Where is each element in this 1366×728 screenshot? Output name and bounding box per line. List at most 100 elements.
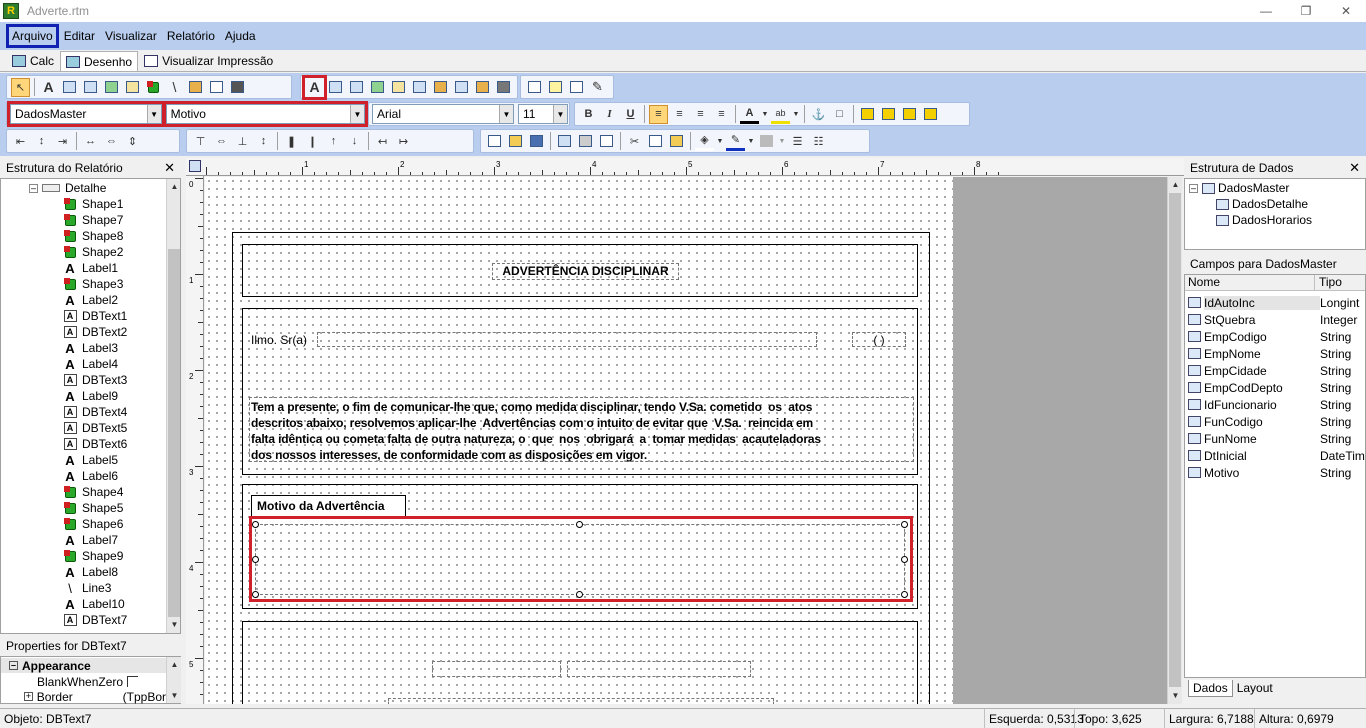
fill-color-icon[interactable]: ◈ — [695, 132, 714, 151]
close-icon[interactable]: ✕ — [164, 160, 175, 176]
tab-layout[interactable]: Layout — [1233, 680, 1277, 696]
resize-handle[interactable] — [901, 591, 908, 598]
dbrichtext-tool-icon[interactable] — [347, 78, 366, 97]
grow-width-icon[interactable]: ❚ — [282, 132, 301, 151]
data-node-master[interactable]: – DadosMaster — [1189, 180, 1289, 196]
tree-item[interactable]: A Label1 — [63, 260, 118, 276]
send-to-back-icon[interactable] — [879, 105, 898, 124]
align-center-icon[interactable]: ≡ — [670, 105, 689, 124]
paste-icon[interactable] — [667, 132, 686, 151]
align-left-icon[interactable]: ≡ — [649, 104, 668, 124]
scroll-down-icon[interactable]: ▼ — [1168, 688, 1183, 702]
dbgrid-tool-icon[interactable] — [494, 78, 513, 97]
tree-item[interactable]: Shape6 — [63, 516, 123, 532]
checkbox-tool-icon[interactable] — [228, 78, 247, 97]
highlight-color-icon[interactable]: ab — [771, 105, 790, 124]
dbtext-motivo[interactable] — [255, 524, 905, 595]
minimize-icon[interactable]: — — [1246, 0, 1286, 22]
tree-item[interactable]: A Label10 — [63, 596, 124, 612]
dbtext-name[interactable] — [317, 332, 817, 347]
tree-item[interactable]: A DBText6 — [63, 436, 127, 452]
tab-visualizar-impressao[interactable]: Visualizar Impressão — [138, 51, 279, 71]
space-vertical-icon[interactable]: ↕ — [254, 132, 273, 151]
crosstab-tool-icon[interactable]: ✎ — [588, 78, 607, 97]
dbtext-tool-icon[interactable]: A — [302, 74, 327, 100]
align-middles-icon[interactable]: ⇔ — [212, 132, 231, 151]
bring-to-front-icon[interactable] — [858, 105, 877, 124]
resize-handle[interactable] — [252, 521, 259, 528]
field-row[interactable]: EmpNome String — [1185, 345, 1365, 362]
tab-calc[interactable]: Calc — [6, 51, 60, 71]
field-row[interactable]: DtInicial DateTim — [1185, 447, 1365, 464]
scroll-thumb[interactable] — [1169, 193, 1181, 687]
tree-item[interactable]: A DBText7 — [63, 612, 127, 628]
center-vertical-icon[interactable]: ⇕ — [123, 132, 142, 151]
tree-item[interactable]: Shape5 — [63, 500, 123, 516]
close-icon[interactable]: ✕ — [1349, 160, 1360, 176]
scroll-down-icon[interactable]: ▼ — [167, 688, 182, 702]
tree-item[interactable]: A DBText3 — [63, 372, 127, 388]
print-icon[interactable] — [576, 132, 595, 151]
scroll-up-icon[interactable]: ▲ — [167, 657, 182, 671]
checkbox[interactable] — [127, 676, 138, 687]
tree-item[interactable]: Shape3 — [63, 276, 123, 292]
align-tops-icon[interactable]: ⊤ — [191, 132, 210, 151]
dbcheckbox-tool-icon[interactable] — [452, 78, 471, 97]
pagebreak-tool-icon[interactable] — [567, 78, 586, 97]
space-horizontal-icon[interactable]: ↔ — [81, 132, 100, 151]
tree-node-detalhe[interactable]: – Detalhe — [29, 180, 106, 196]
resize-handle[interactable] — [576, 591, 583, 598]
dbmemo-tool-icon[interactable] — [326, 78, 345, 97]
tree-item[interactable]: Shape7 — [63, 212, 123, 228]
menu-ajuda[interactable]: Ajuda — [220, 25, 261, 47]
field-row[interactable]: EmpCodDepto String — [1185, 379, 1365, 396]
shrink-width-icon[interactable]: ❙ — [303, 132, 322, 151]
memo-tool-icon[interactable] — [60, 78, 79, 97]
dbtext-date[interactable] — [567, 661, 751, 677]
align-bottoms-icon[interactable]: ⊥ — [233, 132, 252, 151]
line-color-icon[interactable]: ✎ — [726, 132, 745, 151]
font-size-select[interactable]: 11 ▼ — [518, 104, 568, 124]
tree-item[interactable]: A Label4 — [63, 356, 118, 372]
tree-item[interactable]: Shape4 — [63, 484, 123, 500]
tree-item[interactable]: A DBText4 — [63, 404, 127, 420]
shape-tool-icon[interactable] — [144, 78, 163, 97]
chart-tool-icon[interactable] — [186, 78, 205, 97]
center-horizontal-icon[interactable]: ⇔ — [102, 132, 121, 151]
barcode-tool-icon[interactable] — [207, 78, 226, 97]
field-row[interactable]: EmpCidade String — [1185, 362, 1365, 379]
scroll-up-icon[interactable]: ▲ — [1168, 177, 1183, 191]
dbchart-tool-icon[interactable] — [431, 78, 450, 97]
align-rights-icon[interactable]: ⇥ — [53, 132, 72, 151]
page-setup-icon[interactable] — [555, 132, 574, 151]
shrink-height-icon[interactable]: ↓ — [345, 132, 364, 151]
select-arrow-icon[interactable]: ↖ — [11, 77, 30, 97]
nudge-left-icon[interactable]: ↤ — [373, 132, 392, 151]
shadow-icon[interactable] — [757, 132, 776, 151]
line-tool-icon[interactable]: \ — [165, 78, 184, 97]
dropdown-icon[interactable]: ▼ — [761, 105, 769, 124]
tree-item[interactable]: Shape2 — [63, 244, 123, 260]
font-name-select[interactable]: Arial ▼ — [372, 104, 514, 124]
align-lefts-icon[interactable]: ⇤ — [11, 132, 30, 151]
design-canvas[interactable]: ADVERTÊNCIA DISCIPLINAR Ilmo. Sr(a) ( ) … — [205, 177, 953, 704]
dropdown-icon[interactable]: ▼ — [716, 132, 724, 151]
dropdown-icon[interactable]: ▼ — [778, 132, 786, 151]
menu-editar[interactable]: Editar — [59, 25, 100, 47]
field-select[interactable]: Motivo ▼ — [162, 101, 369, 127]
collapse-icon[interactable]: – — [1189, 183, 1198, 193]
properties-category[interactable]: – Appearance — [1, 658, 166, 673]
tree-item[interactable]: A Label3 — [63, 340, 118, 356]
dropdown-icon[interactable]: ▼ — [747, 132, 755, 151]
restore-icon[interactable]: ❐ — [1286, 0, 1326, 22]
scroll-thumb[interactable] — [168, 249, 180, 617]
properties-scrollbar[interactable]: ▲ ▼ — [166, 657, 181, 703]
richtext-tool-icon[interactable] — [81, 78, 100, 97]
print-preview-icon[interactable] — [597, 132, 616, 151]
tree-item[interactable]: A Label9 — [63, 388, 118, 404]
tab-dados[interactable]: Dados — [1188, 680, 1233, 697]
field-row[interactable]: IdFuncionario String — [1185, 396, 1365, 413]
menu-relatorio[interactable]: Relatório — [162, 25, 220, 47]
region-tool-icon[interactable] — [525, 78, 544, 97]
tree-item[interactable]: \ Line3 — [63, 580, 111, 596]
